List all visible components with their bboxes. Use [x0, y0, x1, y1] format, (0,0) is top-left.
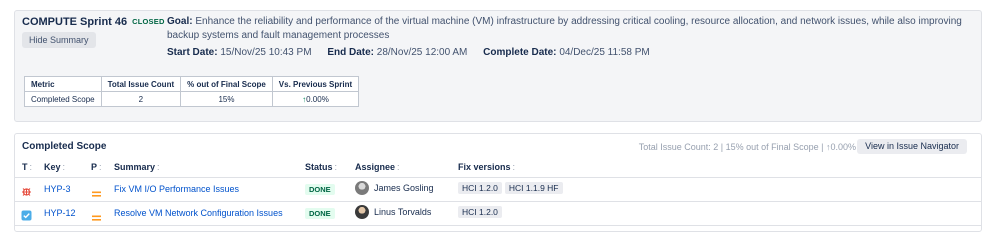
task-icon: [21, 208, 32, 226]
fix-version-badge: HCI 1.2.0: [458, 206, 502, 218]
table-divider: [15, 225, 981, 226]
table-row[interactable]: HYP-3 Fix VM I/O Performance Issues DONE…: [15, 179, 981, 201]
sprint-title: COMPUTE Sprint 46 CLOSED: [22, 16, 165, 28]
goal-label: Goal:: [167, 16, 193, 27]
scope-title: Completed Scope: [22, 141, 107, 152]
column-header-fix-label: Fix versions: [458, 162, 511, 172]
metrics-header-vs-previous: Vs. Previous Sprint: [271, 76, 360, 92]
sort-handle-icon: :: [334, 162, 338, 172]
metrics-header-row: Metric Total Issue Count % out of Final …: [24, 76, 360, 92]
view-in-issue-navigator-button[interactable]: View in Issue Navigator: [857, 139, 967, 154]
column-header-priority[interactable]: P:: [91, 162, 102, 172]
scope-stats: Total Issue Count: 2 | 15% out of Final …: [638, 142, 856, 152]
metrics-cell-vs-previous: ↑0.00%: [271, 91, 360, 107]
sprint-name: COMPUTE Sprint 46: [22, 16, 128, 28]
assignee-name: James Gosling: [374, 183, 434, 193]
column-header-type-label: T: [22, 162, 28, 172]
complete-date-value: 04/Dec/25 11:58 PM: [559, 47, 650, 58]
completed-scope-panel: Completed Scope Total Issue Count: 2 | 1…: [14, 133, 982, 232]
end-date-label: End Date:: [327, 47, 374, 58]
issue-summary-link[interactable]: Resolve VM Network Configuration Issues: [114, 208, 283, 218]
assignee-name: Linus Torvalds: [374, 207, 432, 217]
metrics-header-percent: % out of Final Scope: [180, 76, 273, 92]
column-header-type[interactable]: T:: [22, 162, 32, 172]
fix-version-badge: HCI 1.1.9 HF: [504, 182, 563, 194]
column-header-key-label: Key: [44, 162, 61, 172]
table-divider: [15, 177, 981, 178]
start-date-label: Start Date:: [167, 47, 218, 58]
metrics-vs-value: 0.00%: [306, 94, 329, 104]
column-header-summary[interactable]: Summary:: [114, 162, 160, 172]
status-badge: DONE: [305, 184, 335, 195]
metrics-row: Completed Scope 2 15% ↑0.00%: [24, 91, 360, 107]
issue-summary-link[interactable]: Fix VM I/O Performance Issues: [114, 184, 239, 194]
sort-handle-icon: :: [99, 162, 102, 172]
end-date-value: 28/Nov/25 12:00 AM: [376, 47, 468, 58]
sort-handle-icon: :: [62, 162, 66, 172]
start-date-value: 15/Nov/25 10:43 PM: [220, 47, 312, 58]
sprint-goal: Goal: Enhance the reliability and perfor…: [167, 15, 967, 43]
column-header-status[interactable]: Status:: [305, 162, 337, 172]
fix-version-badge: HCI 1.2.0: [458, 182, 502, 194]
table-row[interactable]: HYP-12 Resolve VM Network Configuration …: [15, 203, 981, 225]
avatar: [355, 181, 369, 195]
hide-summary-button[interactable]: Hide Summary: [22, 32, 96, 48]
table-divider: [15, 201, 981, 202]
avatar: [355, 205, 369, 219]
fix-versions: HCI 1.2.0: [458, 206, 505, 218]
sort-handle-icon: :: [512, 162, 516, 172]
issue-key-link[interactable]: HYP-12: [44, 208, 76, 218]
metrics-header-total: Total Issue Count: [100, 76, 182, 92]
sort-handle-icon: :: [157, 162, 160, 172]
complete-date-label: Complete Date:: [483, 47, 557, 58]
bug-icon: [21, 184, 32, 202]
column-header-assignee[interactable]: Assignee:: [355, 162, 400, 172]
metrics-cell-metric: Completed Scope: [24, 91, 102, 107]
metrics-cell-percent: 15%: [180, 91, 273, 107]
column-header-fix-versions[interactable]: Fix versions:: [458, 162, 515, 172]
metrics-cell-total: 2: [100, 91, 182, 107]
column-header-summary-label: Summary: [114, 162, 156, 172]
column-header-status-label: Status: [305, 162, 333, 172]
assignee: James Gosling: [355, 181, 434, 195]
column-header-assignee-label: Assignee: [355, 162, 396, 172]
status-badge: DONE: [305, 208, 335, 219]
column-header-priority-label: P: [91, 162, 98, 172]
sort-handle-icon: :: [29, 162, 33, 172]
fix-versions: HCI 1.2.0 HCI 1.1.9 HF: [458, 182, 566, 194]
metrics-table: Metric Total Issue Count % out of Final …: [24, 76, 360, 107]
sprint-dates: Start Date: 15/Nov/25 10:43 PM End Date:…: [167, 47, 663, 58]
sort-handle-icon: :: [397, 162, 400, 172]
goal-text: Enhance the reliability and performance …: [167, 16, 962, 41]
assignee: Linus Torvalds: [355, 205, 431, 219]
issue-key-link[interactable]: HYP-3: [44, 184, 71, 194]
metrics-header-metric: Metric: [24, 76, 102, 92]
sprint-summary-panel: COMPUTE Sprint 46 CLOSED Hide Summary Goa…: [14, 10, 982, 122]
column-header-key[interactable]: Key:: [44, 162, 65, 172]
sprint-status-badge: CLOSED: [132, 17, 165, 26]
